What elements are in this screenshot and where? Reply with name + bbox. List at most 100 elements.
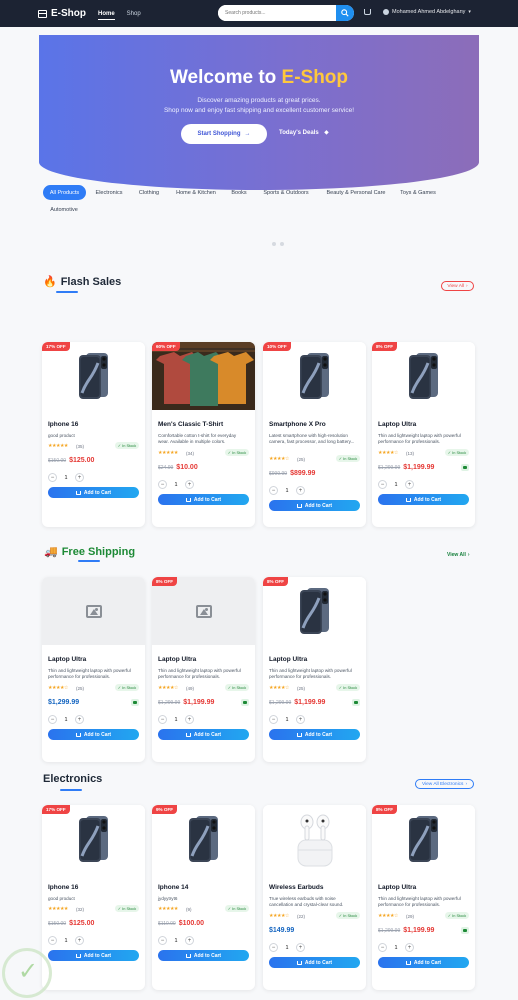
- increase-quantity-button[interactable]: +: [296, 715, 305, 724]
- product-card[interactable]: 8% OFF Laptop Ultra Thin and lightweight l…: [152, 577, 255, 762]
- quantity-value[interactable]: 1: [167, 717, 185, 723]
- product-image[interactable]: [372, 342, 475, 410]
- product-name[interactable]: Laptop Ultra: [48, 656, 86, 663]
- product-name[interactable]: Men's Classic T-Shirt: [158, 421, 223, 428]
- quantity-value[interactable]: 1: [167, 482, 185, 488]
- product-name[interactable]: Iphone 16: [48, 884, 78, 891]
- free-view-all-link[interactable]: View All ›: [447, 552, 470, 558]
- add-to-cart-button[interactable]: Add to Cart: [158, 494, 249, 505]
- add-to-cart-button[interactable]: Add to Cart: [269, 957, 360, 968]
- quantity-value[interactable]: 1: [278, 717, 296, 723]
- product-name[interactable]: Iphone 16: [48, 421, 78, 428]
- product-card[interactable]: 17% OFF Iphone 16 good product ★★★★★ (35) ✓ I…: [42, 342, 145, 527]
- product-image[interactable]: [42, 805, 145, 873]
- category-toys-games[interactable]: Toys & Games: [396, 185, 440, 200]
- product-name[interactable]: Laptop Ultra: [269, 656, 307, 663]
- search-input[interactable]: [218, 5, 336, 21]
- product-name[interactable]: Laptop Ultra: [378, 884, 416, 891]
- view-all-electronics-button[interactable]: View All Electronics ›: [415, 779, 474, 789]
- product-image[interactable]: [152, 577, 255, 645]
- quantity-value[interactable]: 1: [278, 488, 296, 494]
- category-beauty[interactable]: Beauty & Personal Care: [320, 185, 392, 200]
- category-automotive[interactable]: Automotive: [44, 202, 84, 217]
- product-image[interactable]: [42, 577, 145, 645]
- decrease-quantity-button[interactable]: −: [269, 943, 278, 952]
- product-card[interactable]: Laptop Ultra Thin and lightweight laptop …: [42, 577, 145, 762]
- decrease-quantity-button[interactable]: −: [158, 480, 167, 489]
- category-books[interactable]: Books: [226, 185, 252, 200]
- product-image[interactable]: [152, 342, 255, 410]
- product-card[interactable]: 8% OFF Laptop Ultra Thin and lightweight l…: [372, 342, 475, 527]
- product-name[interactable]: Iphone 14: [158, 884, 188, 891]
- product-card[interactable]: 60% OFF Men's Classic T-Shirt Comfortable …: [152, 342, 255, 527]
- user-menu[interactable]: Mohamed Ahmed Abdelghany ▾: [383, 9, 471, 15]
- category-home-kitchen[interactable]: Home & Kitchen: [170, 185, 222, 200]
- carousel-dot[interactable]: [272, 242, 276, 246]
- increase-quantity-button[interactable]: +: [75, 715, 84, 724]
- add-to-cart-button[interactable]: Add to Cart: [378, 494, 469, 505]
- nav-link-shop[interactable]: Shop: [127, 11, 141, 17]
- increase-quantity-button[interactable]: +: [296, 486, 305, 495]
- add-to-cart-button[interactable]: Add to Cart: [269, 729, 360, 740]
- product-name[interactable]: Laptop Ultra: [158, 656, 196, 663]
- product-name[interactable]: Laptop Ultra: [378, 421, 416, 428]
- flash-view-all-button[interactable]: View All ›: [441, 281, 474, 291]
- add-to-cart-button[interactable]: Add to Cart: [378, 957, 469, 968]
- cart-icon[interactable]: [364, 9, 371, 15]
- category-all-products[interactable]: All Products: [43, 185, 86, 200]
- quantity-value[interactable]: 1: [57, 475, 75, 481]
- product-card[interactable]: 17% OFF Iphone 16 good product ★★★★★ (32) ✓ I…: [42, 805, 145, 990]
- decrease-quantity-button[interactable]: −: [269, 715, 278, 724]
- decrease-quantity-button[interactable]: −: [48, 473, 57, 482]
- increase-quantity-button[interactable]: +: [405, 943, 414, 952]
- product-image[interactable]: [263, 577, 366, 645]
- product-card[interactable]: 9% OFF Iphone 14 jydyytryt6 ★★★★★ (9) ✓ In St…: [152, 805, 255, 990]
- decrease-quantity-button[interactable]: −: [378, 480, 387, 489]
- decrease-quantity-button[interactable]: −: [378, 943, 387, 952]
- decrease-quantity-button[interactable]: −: [158, 936, 167, 945]
- quantity-value[interactable]: 1: [387, 945, 405, 951]
- increase-quantity-button[interactable]: +: [185, 480, 194, 489]
- add-to-cart-button[interactable]: Add to Cart: [158, 950, 249, 961]
- add-to-cart-button[interactable]: Add to Cart: [48, 729, 139, 740]
- category-clothing[interactable]: Clothing: [133, 185, 165, 200]
- add-to-cart-button[interactable]: Add to Cart: [48, 487, 139, 498]
- increase-quantity-button[interactable]: +: [405, 480, 414, 489]
- quantity-value[interactable]: 1: [278, 945, 296, 951]
- product-image[interactable]: [372, 805, 475, 873]
- product-image[interactable]: [152, 805, 255, 873]
- search-button[interactable]: [336, 5, 354, 21]
- nav-link-home[interactable]: Home: [98, 11, 115, 20]
- decrease-quantity-button[interactable]: −: [158, 715, 167, 724]
- add-to-cart-button[interactable]: Add to Cart: [48, 950, 139, 961]
- quantity-value[interactable]: 1: [57, 717, 75, 723]
- quantity-value[interactable]: 1: [57, 938, 75, 944]
- increase-quantity-button[interactable]: +: [75, 936, 84, 945]
- product-image[interactable]: [263, 342, 366, 410]
- todays-deals-button[interactable]: Today's Deals ⬥: [279, 130, 329, 137]
- quantity-value[interactable]: 1: [167, 938, 185, 944]
- decrease-quantity-button[interactable]: −: [269, 486, 278, 495]
- decrease-quantity-button[interactable]: −: [48, 715, 57, 724]
- brand-logo[interactable]: E-Shop: [38, 8, 86, 19]
- product-card[interactable]: Wireless Earbuds True wireless earbuds wi…: [263, 805, 366, 990]
- product-card[interactable]: 8% OFF Laptop Ultra Thin and lightweight l…: [263, 577, 366, 762]
- add-to-cart-button[interactable]: Add to Cart: [269, 500, 360, 511]
- increase-quantity-button[interactable]: +: [296, 943, 305, 952]
- product-card[interactable]: 10% OFF Smartphone X Pro Latest smartphone…: [263, 342, 366, 527]
- product-image[interactable]: [42, 342, 145, 410]
- increase-quantity-button[interactable]: +: [75, 473, 84, 482]
- quantity-value[interactable]: 1: [387, 482, 405, 488]
- add-to-cart-button[interactable]: Add to Cart: [158, 729, 249, 740]
- start-shopping-button[interactable]: Start Shopping →: [181, 124, 267, 144]
- carousel-dot[interactable]: [280, 242, 284, 246]
- category-sports-outdoors[interactable]: Sports & Outdoors: [257, 185, 315, 200]
- increase-quantity-button[interactable]: +: [185, 715, 194, 724]
- product-image[interactable]: [263, 805, 366, 873]
- product-name[interactable]: Wireless Earbuds: [269, 884, 324, 891]
- increase-quantity-button[interactable]: +: [185, 936, 194, 945]
- decrease-quantity-button[interactable]: −: [48, 936, 57, 945]
- product-name[interactable]: Smartphone X Pro: [269, 421, 326, 428]
- category-electronics[interactable]: Electronics: [89, 185, 129, 200]
- product-card[interactable]: 8% OFF Laptop Ultra Thin and lightweight l…: [372, 805, 475, 990]
